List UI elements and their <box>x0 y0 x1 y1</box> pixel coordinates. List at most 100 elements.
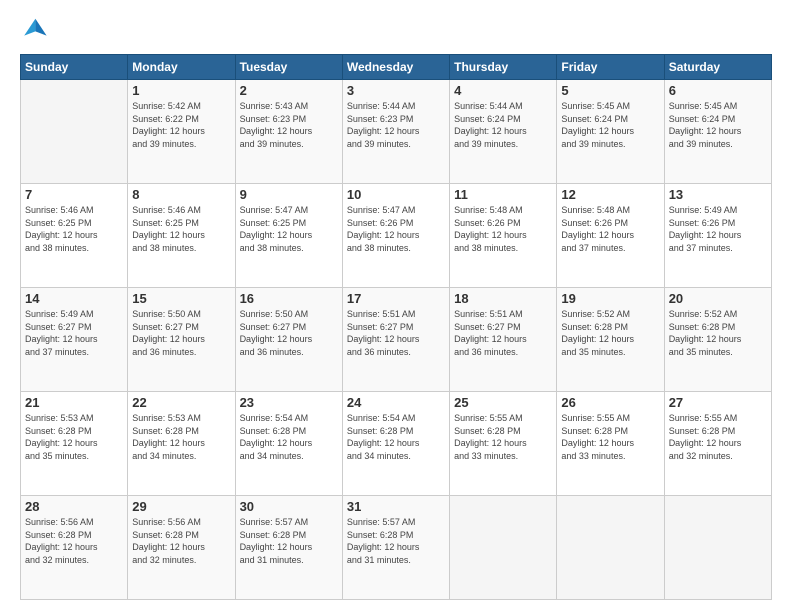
day-info: Sunrise: 5:51 AMSunset: 6:27 PMDaylight:… <box>347 308 445 358</box>
day-number: 26 <box>561 395 659 410</box>
day-info: Sunrise: 5:47 AMSunset: 6:26 PMDaylight:… <box>347 204 445 254</box>
day-info: Sunrise: 5:48 AMSunset: 6:26 PMDaylight:… <box>454 204 552 254</box>
day-info: Sunrise: 5:53 AMSunset: 6:28 PMDaylight:… <box>132 412 230 462</box>
day-number: 30 <box>240 499 338 514</box>
weekday-header-friday: Friday <box>557 55 664 80</box>
weekday-header-monday: Monday <box>128 55 235 80</box>
day-number: 12 <box>561 187 659 202</box>
day-info: Sunrise: 5:57 AMSunset: 6:28 PMDaylight:… <box>240 516 338 566</box>
calendar-cell: 18 Sunrise: 5:51 AMSunset: 6:27 PMDayligh… <box>450 288 557 392</box>
day-info: Sunrise: 5:56 AMSunset: 6:28 PMDaylight:… <box>25 516 123 566</box>
calendar-cell: 26Sunrise: 5:55 AMSunset: 6:28 PMDayligh… <box>557 392 664 496</box>
calendar-cell <box>557 496 664 600</box>
page-header <box>20 16 772 44</box>
weekday-header-thursday: Thursday <box>450 55 557 80</box>
weekday-header-wednesday: Wednesday <box>342 55 449 80</box>
calendar-cell: 23 Sunrise: 5:54 AMSunset: 6:28 PMDayligh… <box>235 392 342 496</box>
calendar-cell <box>450 496 557 600</box>
calendar-cell: 12 Sunrise: 5:48 AMSunset: 6:26 PMDayligh… <box>557 184 664 288</box>
calendar-cell: 27Sunrise: 5:55 AMSunset: 6:28 PMDayligh… <box>664 392 771 496</box>
calendar-week-1: 1 Sunrise: 5:42 AMSunset: 6:22 PMDaylight… <box>21 80 772 184</box>
calendar-cell: 15Sunrise: 5:50 AMSunset: 6:27 PMDayligh… <box>128 288 235 392</box>
calendar-week-3: 14Sunrise: 5:49 AMSunset: 6:27 PMDayligh… <box>21 288 772 392</box>
day-number: 3 <box>347 83 445 98</box>
day-number: 24 <box>347 395 445 410</box>
day-info: Sunrise: 5:53 AMSunset: 6:28 PMDaylight:… <box>25 412 123 462</box>
calendar-cell: 1 Sunrise: 5:42 AMSunset: 6:22 PMDaylight… <box>128 80 235 184</box>
day-info: Sunrise: 5:43 AMSunset: 6:23 PMDaylight:… <box>240 100 338 150</box>
day-number: 6 <box>669 83 767 98</box>
calendar-cell: 17 Sunrise: 5:51 AMSunset: 6:27 PMDayligh… <box>342 288 449 392</box>
day-number: 28 <box>25 499 123 514</box>
day-info: Sunrise: 5:54 AMSunset: 6:28 PMDaylight:… <box>240 412 338 462</box>
day-number: 25 <box>454 395 552 410</box>
day-number: 7 <box>25 187 123 202</box>
day-info: Sunrise: 5:45 AMSunset: 6:24 PMDaylight:… <box>669 100 767 150</box>
day-number: 2 <box>240 83 338 98</box>
day-info: Sunrise: 5:45 AMSunset: 6:24 PMDaylight:… <box>561 100 659 150</box>
calendar-cell: 19 Sunrise: 5:52 AMSunset: 6:28 PMDayligh… <box>557 288 664 392</box>
day-number: 16 <box>240 291 338 306</box>
calendar-header: SundayMondayTuesdayWednesdayThursdayFrid… <box>21 55 772 80</box>
day-info: Sunrise: 5:55 AMSunset: 6:28 PMDaylight:… <box>454 412 552 462</box>
day-info: Sunrise: 5:54 AMSunset: 6:28 PMDaylight:… <box>347 412 445 462</box>
day-number: 23 <box>240 395 338 410</box>
day-number: 20 <box>669 291 767 306</box>
day-number: 13 <box>669 187 767 202</box>
calendar-cell: 8Sunrise: 5:46 AMSunset: 6:25 PMDaylight… <box>128 184 235 288</box>
day-number: 10 <box>347 187 445 202</box>
day-info: Sunrise: 5:48 AMSunset: 6:26 PMDaylight:… <box>561 204 659 254</box>
day-info: Sunrise: 5:57 AMSunset: 6:28 PMDaylight:… <box>347 516 445 566</box>
day-number: 21 <box>25 395 123 410</box>
calendar-week-4: 21 Sunrise: 5:53 AMSunset: 6:28 PMDayligh… <box>21 392 772 496</box>
calendar-cell: 28 Sunrise: 5:56 AMSunset: 6:28 PMDayligh… <box>21 496 128 600</box>
day-info: Sunrise: 5:46 AMSunset: 6:25 PMDaylight:… <box>25 204 123 254</box>
calendar-week-2: 7 Sunrise: 5:46 AMSunset: 6:25 PMDaylight… <box>21 184 772 288</box>
calendar-table: SundayMondayTuesdayWednesdayThursdayFrid… <box>20 54 772 600</box>
calendar-cell: 7 Sunrise: 5:46 AMSunset: 6:25 PMDaylight… <box>21 184 128 288</box>
day-number: 1 <box>132 83 230 98</box>
calendar-cell: 3 Sunrise: 5:44 AMSunset: 6:23 PMDaylight… <box>342 80 449 184</box>
day-info: Sunrise: 5:50 AMSunset: 6:27 PMDaylight:… <box>240 308 338 358</box>
calendar-cell <box>21 80 128 184</box>
day-info: Sunrise: 5:47 AMSunset: 6:25 PMDaylight:… <box>240 204 338 254</box>
calendar-cell: 2 Sunrise: 5:43 AMSunset: 6:23 PMDaylight… <box>235 80 342 184</box>
calendar-cell <box>664 496 771 600</box>
calendar-cell: 30 Sunrise: 5:57 AMSunset: 6:28 PMDayligh… <box>235 496 342 600</box>
day-number: 11 <box>454 187 552 202</box>
day-info: Sunrise: 5:50 AMSunset: 6:27 PMDaylight:… <box>132 308 230 358</box>
calendar-week-5: 28 Sunrise: 5:56 AMSunset: 6:28 PMDayligh… <box>21 496 772 600</box>
weekday-header-sunday: Sunday <box>21 55 128 80</box>
weekday-header-row: SundayMondayTuesdayWednesdayThursdayFrid… <box>21 55 772 80</box>
day-number: 29 <box>132 499 230 514</box>
day-info: Sunrise: 5:52 AMSunset: 6:28 PMDaylight:… <box>561 308 659 358</box>
day-number: 18 <box>454 291 552 306</box>
calendar-cell: 13Sunrise: 5:49 AMSunset: 6:26 PMDayligh… <box>664 184 771 288</box>
day-number: 9 <box>240 187 338 202</box>
logo <box>20 16 52 44</box>
calendar-cell: 24 Sunrise: 5:54 AMSunset: 6:28 PMDayligh… <box>342 392 449 496</box>
day-number: 17 <box>347 291 445 306</box>
calendar-cell: 31 Sunrise: 5:57 AMSunset: 6:28 PMDayligh… <box>342 496 449 600</box>
day-number: 5 <box>561 83 659 98</box>
day-info: Sunrise: 5:52 AMSunset: 6:28 PMDaylight:… <box>669 308 767 358</box>
calendar-cell: 25 Sunrise: 5:55 AMSunset: 6:28 PMDayligh… <box>450 392 557 496</box>
calendar-cell: 14Sunrise: 5:49 AMSunset: 6:27 PMDayligh… <box>21 288 128 392</box>
calendar-cell: 6 Sunrise: 5:45 AMSunset: 6:24 PMDaylight… <box>664 80 771 184</box>
calendar-cell: 21 Sunrise: 5:53 AMSunset: 6:28 PMDayligh… <box>21 392 128 496</box>
calendar-cell: 20 Sunrise: 5:52 AMSunset: 6:28 PMDayligh… <box>664 288 771 392</box>
calendar-cell: 10 Sunrise: 5:47 AMSunset: 6:26 PMDayligh… <box>342 184 449 288</box>
day-info: Sunrise: 5:51 AMSunset: 6:27 PMDaylight:… <box>454 308 552 358</box>
day-info: Sunrise: 5:44 AMSunset: 6:23 PMDaylight:… <box>347 100 445 150</box>
day-number: 22 <box>132 395 230 410</box>
day-number: 27 <box>669 395 767 410</box>
day-info: Sunrise: 5:44 AMSunset: 6:24 PMDaylight:… <box>454 100 552 150</box>
calendar-cell: 9 Sunrise: 5:47 AMSunset: 6:25 PMDaylight… <box>235 184 342 288</box>
day-number: 19 <box>561 291 659 306</box>
calendar-cell: 4Sunrise: 5:44 AMSunset: 6:24 PMDaylight… <box>450 80 557 184</box>
day-number: 31 <box>347 499 445 514</box>
day-number: 8 <box>132 187 230 202</box>
calendar-cell: 5 Sunrise: 5:45 AMSunset: 6:24 PMDaylight… <box>557 80 664 184</box>
day-info: Sunrise: 5:42 AMSunset: 6:22 PMDaylight:… <box>132 100 230 150</box>
logo-icon <box>20 16 48 44</box>
